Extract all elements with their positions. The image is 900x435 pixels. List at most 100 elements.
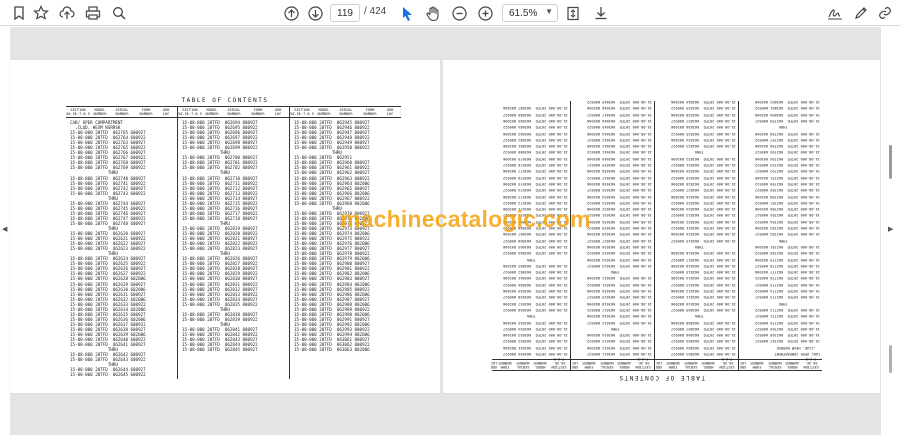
toc-entry: 15-08-000 20TFD 063016 802006 [587,314,652,319]
toc-entry: 15-08-000 20TFD 062812 802006 [671,289,736,294]
next-page-icon[interactable] [306,3,324,23]
toc-entry: 15-08-000 20TFD 063055 802006 [503,320,568,325]
document-viewer[interactable]: TABLE OF CONTENTS SECTION MODEL SERIAL F… [10,27,880,435]
scrollbar-thumb-secondary[interactable] [889,345,892,373]
toc-entry: 15-08-000 20TFD 062817 800927 [671,257,736,262]
zoom-in-icon[interactable] [476,3,494,23]
pen-icon[interactable] [852,3,870,23]
toc-entry: 15-08-000 20TFD 062713 800922 [182,190,258,196]
toc-entry: 15-08-000 20TFD 062777 602006 [755,270,820,275]
toc-entry: 15-08-000 20TFD 062823 800927 [671,213,736,218]
toc-entry: 15-08-000 20TFD 062822 802006 [671,219,736,224]
scroll-left-arrow-icon[interactable]: ◀ [2,225,7,233]
toc-column-3: 15-08-000 20TFD 062945 800927 15-08-000 2… [294,120,370,352]
header-rule-top [492,370,822,371]
toc-entry: 15-08-000 20TFD 063031 800927 [587,213,652,218]
viewer-background-top [10,27,880,60]
toc-entry: 15-08-000 20TFD 062966 802006 [294,190,370,196]
toc-entry: 15-08-000 20TFD 063059 802006 [503,289,568,294]
toc-entry: 15-08-000 20TFD 063035 800927 [587,188,652,193]
toc-entry: 15-08-000 20TFD 063020 802006 [587,289,652,294]
toc-entry: 15-08-000 20TFD 063063 802006 [294,347,370,353]
toc-entry: 15-08-000 20TFD 062785 600927 [755,213,820,218]
toc-entry: 15-08-000 20TFD 062771 600927 [755,314,820,319]
toc-entry: 15-08-000 20TFD 062767 600927 [755,339,820,344]
print-icon[interactable] [84,3,102,23]
search-icon[interactable] [110,3,128,23]
toc-entry: 15-08-000 20TFD 062815 800922 [671,270,736,275]
bookmark-icon[interactable] [10,3,28,23]
toc-entry: 15-08-000 20TFD 063056 800922 [503,307,568,312]
column-header-1: SECTION MODEL SERIAL FORM GRD 50-5E-7.0.… [66,108,178,117]
toc-entry: 15-08-000 20TFD 062801 600922 [755,106,820,111]
prev-page-icon[interactable] [282,3,300,23]
toc-entry: 15-08-000 20TFD 062839 800922 [671,106,736,111]
toc-entry: 15-08-000 20TFD 063060 800922 [503,282,568,287]
cursor-icon[interactable] [400,3,416,23]
scrollbar-thumb[interactable] [889,145,892,179]
zoom-select[interactable]: 61.5% ▼ [502,4,558,22]
toc-entry: 15-08-000 20TFD 063084 800922 [503,125,568,130]
toc-entry: 15-08-000 20TFD 063077 802006 [503,169,568,174]
upload-icon[interactable] [58,3,76,23]
toc-entry: 15-08-000 20TFD 062789 600927 [755,188,820,193]
toc-entry: 15-08-000 20TFD 062827 800927 [671,188,736,193]
toc-entry: 15-08-000 20TFD 063080 800922 [503,150,568,155]
toc-entry: 15-08-000 20TFD 062793 600922 [755,163,820,168]
sign-icon[interactable] [826,3,844,23]
toc-entry: 15-08-000 20TFD 062963 800922 [294,175,370,181]
toc-title: TABLE OF CONTENTS [181,97,269,104]
header-model-2: NUMBER [93,111,107,116]
toc-entry: 15-08-000 20TFD 062836 802006 [671,125,736,130]
toc-entry: 15-08-000 20TFD 062834 800927 [182,296,258,302]
toc-entry: 15-08-000 20TFD 062824 802006 [671,207,736,212]
toc-entry: 15-08-000 20TFD 063057 802006 [503,301,568,306]
toc-entry: 15-08-000 20TFD 063014 802006 [587,333,652,338]
toc-entry: THRU [778,238,820,243]
toc-entry: 15-08-000 20TFD 062741 600922 [70,180,146,186]
star-icon[interactable] [32,3,50,23]
toc-entry: 15-08-000 20TFD 062791 602006 [755,175,820,180]
fit-page-icon[interactable] [564,3,582,23]
page-number-input[interactable]: 119 [330,4,360,22]
toc-entry: 15-08-000 20TFD 063078 800927 [503,163,568,168]
toc-entry: 15-08-000 20TFD 062816 802006 [671,263,736,268]
toc-entry: 15-08-000 20TFD 062628 602006 [70,276,146,282]
toc-entry: 15-08-000 20TFD 063012 802006 [587,345,652,350]
toc-entry: 15-08-000 20TFD 063052 800922 [503,339,568,344]
toc-entry: 15-08-000 20TFD 063047 800927 [587,112,652,117]
link-icon[interactable] [876,3,894,23]
toc-entry: 15-08-000 20TFD 063048 802006 [587,106,652,111]
toc-entry: 15-08-000 20TFD 062987 800927 [294,296,370,302]
toc-entry: 15-08-000 20TFD 063039 800927 [587,163,652,168]
toc-entry: 15-08-000 20TFD 062743 600922 [70,190,146,196]
toc-entry: 15-08-000 20TFD 063064 800922 [503,251,568,256]
zoom-out-icon[interactable] [450,3,468,23]
column-header-4: SECTION MODEL SERIAL FORM GRD 50-5E-7.0.… [490,357,567,370]
hand-icon[interactable] [424,3,442,23]
toc-entry: 15-08-000 20TFD 062770 600922 [755,320,820,325]
toc-entry: 15-08-000 20TFD 063061 802006 [503,276,568,281]
toc-entry: 15-08-000 20TFD 062984 802006 [294,281,370,287]
toc-entry: 15-08-000 20TFD 063029 800922 [587,226,652,231]
toc-entry: 15-08-000 20TFD 063013 800922 [587,339,652,344]
toc-entry: 15-08-000 20TFD 062814 802006 [671,276,736,281]
toc-entry: 15-08-000 20TFD 062712 800927 [182,185,258,191]
column-divider [654,101,655,371]
toc-entry: 15-08-000 20TFD 062840 802006 [671,100,736,105]
toc-entry: 15-08-000 20TFD 063017 800922 [587,307,652,312]
toc-entry: 15-08-000 20TFD 062845 800927 [182,347,258,353]
download-icon[interactable] [592,3,610,23]
toc-entry: 15-08-000 20TFD 062798 602006 [755,131,820,136]
toc-entry: 15-08-000 20TFD 062768 600922 [755,333,820,338]
scroll-right-arrow-icon[interactable]: ▶ [888,225,893,233]
toc-entry: 15-08-000 20TFD 062796 602006 [755,144,820,149]
column-divider [738,101,739,371]
toc-entry: 15-08-000 20TFD 062779 602006 [755,257,820,262]
toc-entry: 15-08-000 20TFD 062710 800927 [182,175,258,181]
toc-entry: 15-08-000 20TFD 062829 800922 [671,175,736,180]
toc-entry: 15-08-000 20TFD 062828 802006 [671,181,736,186]
toc-entry: 15-08-000 20TFD 062631 600927 [70,291,146,297]
toc-column-3: 15-08-000 20TFD 063011 800927 15-08-000 2… [587,99,652,357]
toc-entry: 15-08-000 20TFD 062806 800922 [671,333,736,338]
